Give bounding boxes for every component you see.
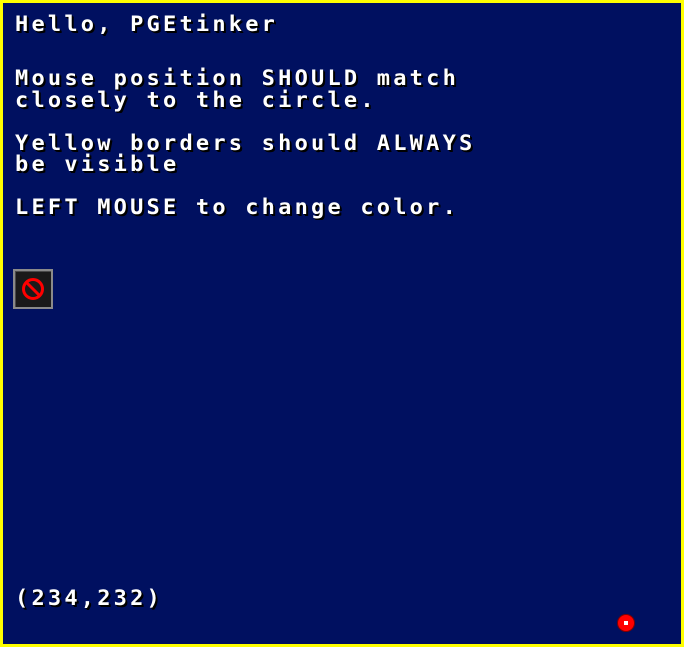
no-entry-icon <box>22 278 44 300</box>
cursor-circle <box>618 615 634 631</box>
mouse-instruction-line-1: Mouse position SHOULD match <box>15 67 460 91</box>
mouse-coordinates: (234,232) <box>15 587 164 611</box>
greeting-text: Hello, PGEtinker <box>15 13 279 37</box>
no-entry-button[interactable] <box>13 269 53 309</box>
mouse-instruction-line-2: closely to the circle. <box>15 89 377 113</box>
color-change-instruction: LEFT MOUSE to change color. <box>15 196 460 220</box>
border-note-line-1: Yellow borders should ALWAYS <box>15 132 476 156</box>
border-note-line-2: be visible <box>15 153 180 177</box>
pge-canvas[interactable]: Hello, PGEtinker Mouse position SHOULD m… <box>0 0 684 647</box>
